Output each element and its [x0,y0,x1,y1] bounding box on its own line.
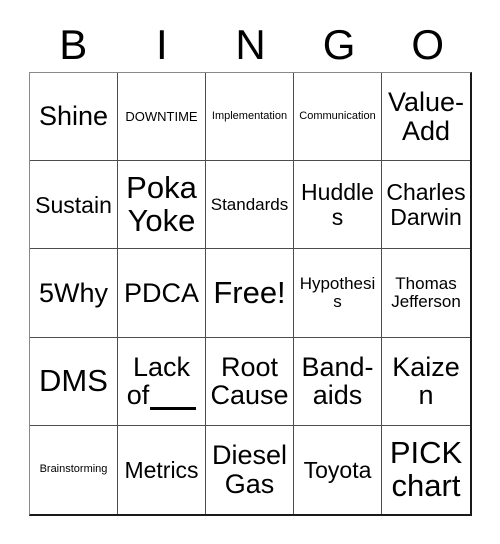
bingo-cell-label: Shine [38,101,109,132]
bingo-cell[interactable]: Implementation [206,73,294,162]
bingo-cell[interactable]: PICK chart [382,425,470,514]
bingo-cell[interactable]: Toyota [294,425,382,514]
bingo-cell[interactable]: Hypothesis [294,249,382,338]
bingo-cell-label: Implementation [211,109,288,122]
bingo-cell[interactable]: Poka Yoke [118,161,206,250]
bingo-cell-label: Thomas Jefferson [391,273,461,311]
bingo-cell-label: PDCA [123,277,199,308]
bingo-cell[interactable]: Communication [294,73,382,162]
bingo-cell[interactable]: Standards [206,161,294,250]
bingo-cell-label: Value-Add [387,86,465,146]
bingo-cell-label: Lack of [121,352,202,410]
bingo-header-letter-n: N [235,21,266,68]
bingo-cell[interactable]: Charles Darwin [382,161,470,250]
bingo-cell[interactable]: Metrics [118,425,206,514]
bingo-cell-label: Sustain [35,191,112,218]
bingo-cell[interactable]: Sustain [30,161,118,250]
bingo-cell[interactable]: Diesel Gas [206,425,294,514]
bingo-grid: Shine DOWNTIME Implementation Communication… [29,72,472,516]
bingo-cell-label: Huddles [301,179,374,230]
bingo-cell[interactable]: 5Why [30,249,118,338]
bingo-cell[interactable]: Shine [30,73,118,162]
bingo-cell[interactable]: Huddles [294,161,382,250]
bingo-cell[interactable]: DMS [30,337,118,426]
bingo-cell-label: Charles Darwin [386,179,466,230]
bingo-cell[interactable]: Kaizen [382,337,470,426]
bingo-cell[interactable]: Brainstorming [30,425,118,514]
bingo-cell-label: Diesel Gas [211,440,288,499]
bingo-cell[interactable]: Value-Add [382,73,470,162]
bingo-cell-label: PICK chart [389,435,463,503]
bingo-cell-label: Poka Yoke [126,169,197,238]
bingo-cell[interactable]: Root Cause [206,337,294,426]
bingo-cell-label: Free! [213,274,286,310]
bingo-header-letter-g: G [322,21,356,68]
bingo-cell[interactable]: Thomas Jefferson [382,249,470,338]
bingo-cell[interactable]: Band-aids [294,337,382,426]
bingo-cell-label: Root Cause [210,351,289,411]
bingo-cell-label: Communication [299,109,376,122]
bingo-cell[interactable]: PDCA [118,249,206,338]
bingo-cell-label: Hypothesis [299,273,376,311]
bingo-cell-label: Metrics [124,456,199,483]
bingo-header-letter-b: B [59,21,88,68]
bingo-header-row: B I N G O [29,18,472,72]
bingo-header-letter-o: O [411,21,444,68]
fill-in-blank-line [150,385,197,410]
bingo-cell[interactable]: Lack of [118,337,206,426]
bingo-cell-label: DOWNTIME [125,108,198,124]
bingo-cell[interactable]: DOWNTIME [118,73,206,162]
bingo-cell-label: Band-aids [301,351,374,411]
bingo-cell-label: Standards [210,194,289,214]
bingo-header-letter-i: I [156,21,168,68]
bingo-free-space[interactable]: Free! [206,249,294,338]
bingo-cell-label: Toyota [303,456,372,483]
bingo-cell-label: Kaizen [392,351,460,411]
bingo-card: B I N G O Shine DOWNTIME Implementation Com… [0,0,500,544]
bingo-cell-label: DMS [39,362,108,398]
bingo-cell-label: 5Why [38,277,109,308]
bingo-cell-label: Brainstorming [39,463,108,476]
